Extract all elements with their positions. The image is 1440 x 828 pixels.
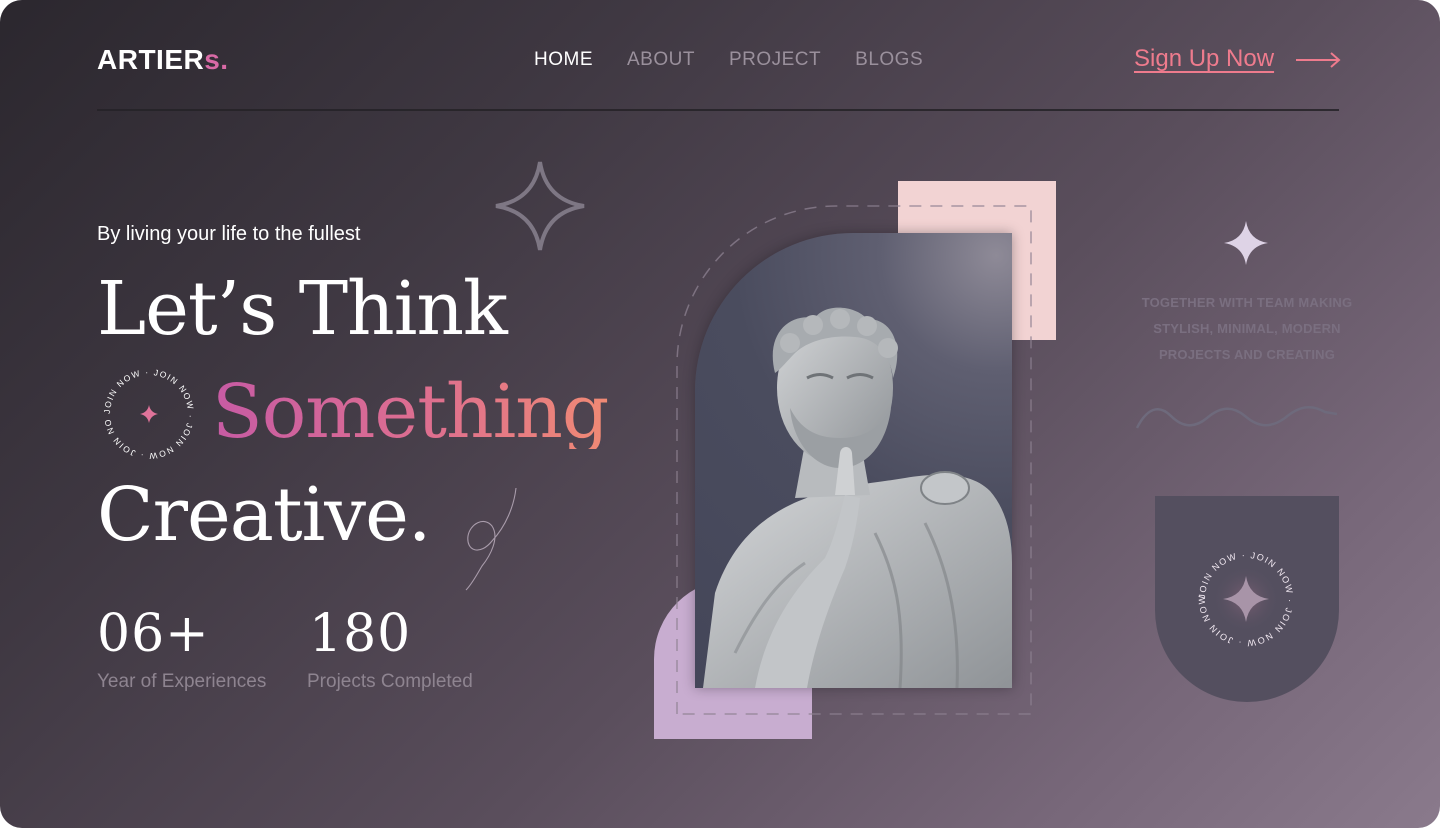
brand-name: ARTIER <box>97 44 205 75</box>
hero-heading-line-3: Creative. <box>97 472 431 558</box>
aside-description: TOGETHER WITH TEAM MAKING STYLISH, MINIM… <box>1130 290 1364 368</box>
stat-experience-value: 06+ <box>97 604 210 664</box>
nav-item-project[interactable]: PROJECT <box>729 49 821 71</box>
join-now-badge[interactable]: JOIN NOW · JOIN NOW · JOIN NOW · JOIN NO… <box>99 364 199 464</box>
header-divider <box>97 109 1339 111</box>
star-outline-icon <box>495 161 585 251</box>
sparkle-icon <box>1224 221 1268 265</box>
hero-heading-line-2: Something <box>212 369 609 455</box>
desc-line: TOGETHER WITH TEAM MAKING <box>1141 295 1353 310</box>
desc-line: PROJECTS AND CREATING <box>1158 347 1336 362</box>
hero-heading-line-1: Let’s Think <box>97 266 508 352</box>
main-nav: HOME ABOUT PROJECT BLOGS <box>534 49 923 71</box>
brand-accent: s. <box>204 44 229 75</box>
desc-line: STYLISH, MINIMAL, MODERN <box>1153 321 1341 336</box>
sign-up-link[interactable]: Sign Up Now <box>1134 45 1274 73</box>
hero-image <box>695 233 1012 688</box>
stat-projects-label: Projects Completed <box>307 671 473 692</box>
brand-logo[interactable]: ARTIERs. <box>97 44 229 76</box>
nav-item-blogs[interactable]: BLOGS <box>855 49 923 71</box>
wave-decoration <box>1135 405 1338 429</box>
stat-experience-label: Year of Experiences <box>97 671 267 692</box>
join-now-badge[interactable]: JOIN NOW · JOIN NOW · JOIN NOW · JOIN NO… <box>1193 546 1299 652</box>
hero-tagline: By living your life to the fullest <box>97 223 361 245</box>
nav-item-about[interactable]: ABOUT <box>627 49 695 71</box>
landing-page: ARTIERs. HOME ABOUT PROJECT BLOGS Sign U… <box>0 0 1440 828</box>
sparkle-icon <box>140 405 158 423</box>
nav-item-home[interactable]: HOME <box>534 49 593 71</box>
statue-illustration <box>703 307 1012 688</box>
stat-projects-value: 180 <box>309 604 412 664</box>
arrow-right-icon[interactable] <box>1296 52 1342 68</box>
squiggle-decoration <box>465 487 517 591</box>
